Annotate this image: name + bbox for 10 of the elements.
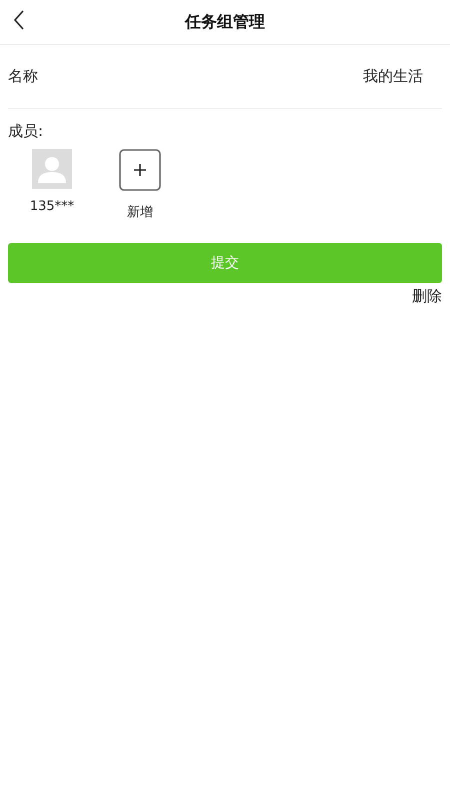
avatar-icon bbox=[32, 149, 72, 189]
delete-link[interactable]: 删除 bbox=[412, 287, 442, 306]
member-name: 135*** bbox=[30, 199, 74, 214]
back-icon[interactable] bbox=[13, 10, 25, 30]
members-label: 成员: bbox=[8, 122, 44, 140]
name-label: 名称 bbox=[8, 67, 38, 86]
page-title: 任务组管理 bbox=[185, 12, 265, 32]
add-icon[interactable] bbox=[119, 149, 161, 191]
name-value[interactable]: 我的生活 bbox=[363, 67, 423, 86]
add-label: 新增 bbox=[127, 204, 153, 221]
